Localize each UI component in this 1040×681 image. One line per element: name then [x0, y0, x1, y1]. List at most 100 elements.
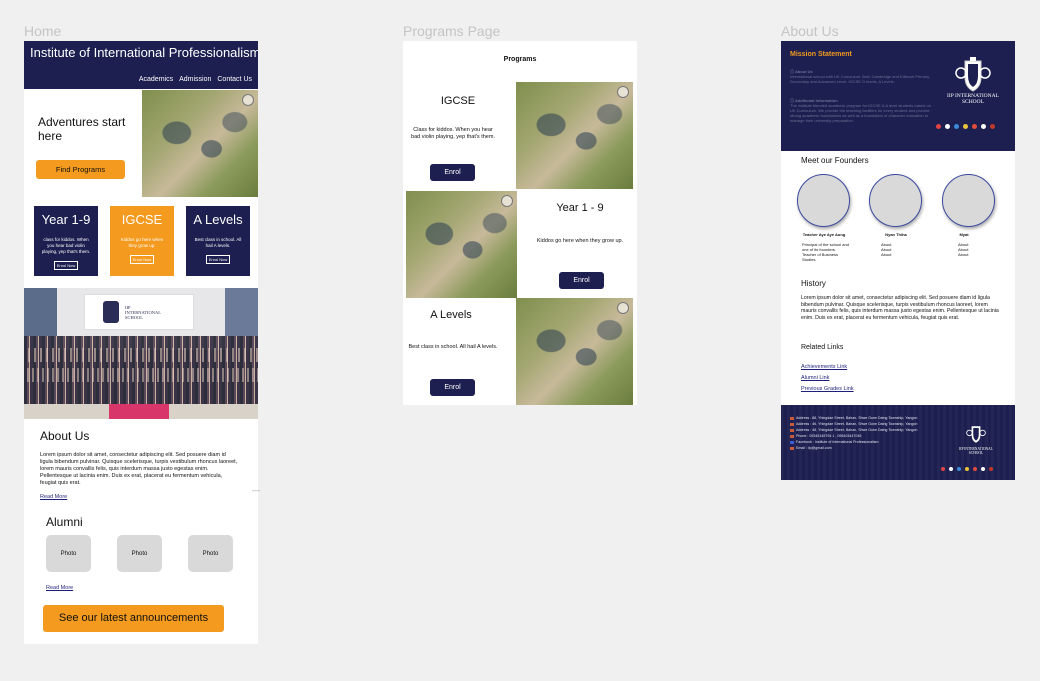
flag-icon	[990, 124, 995, 129]
founder-desc: Principal of the school and one of its f…	[802, 242, 849, 262]
footer-address: Address : 48, Yhingdae Street, Bahan, Sh…	[790, 428, 917, 432]
card-a-levels: A Levels Best class in school. All hail …	[186, 206, 250, 276]
program-desc: Best class in school. All hail A levels.	[408, 344, 498, 350]
nav-contact[interactable]: Contact Us	[217, 76, 252, 83]
mission-item-body: International school with UK Curriculum.…	[790, 74, 930, 84]
mission-item-body: The institute blended academic program f…	[790, 103, 931, 123]
nav-academics[interactable]: Academics	[139, 76, 173, 83]
footer-flag-row	[941, 467, 993, 471]
card-desc: class for kiddos. When you hear bad viol…	[41, 237, 91, 254]
card-title: IGCSE	[121, 212, 163, 227]
facebook-icon	[790, 440, 794, 444]
founders-heading: Meet our Founders	[801, 156, 869, 165]
founder-avatar	[869, 174, 922, 227]
program-title: IGCSE	[440, 95, 476, 107]
programs-title: Programs	[503, 56, 537, 63]
frame-label-home: Home	[24, 23, 62, 39]
footer-facebook[interactable]: Facebook : Institute of International Pr…	[790, 440, 879, 444]
enrol-now-button[interactable]: Enrol Now	[130, 255, 154, 264]
founder-avatar	[797, 174, 850, 227]
enrol-now-button[interactable]: Enrol Now	[54, 261, 78, 270]
card-title: A Levels	[193, 212, 243, 227]
program-image	[516, 82, 633, 189]
program-desc: Class for kiddos. When you hear bad viol…	[411, 127, 495, 140]
banner-school-name: IIP INTERNATIONAL SCHOOL	[125, 305, 161, 320]
founder-name: Nyan Thiha	[885, 232, 907, 237]
graduation-photo: IIP INTERNATIONAL SCHOOL	[24, 288, 258, 419]
about-frame: Mission Statement ⓘ About Us Internation…	[781, 41, 1015, 480]
location-icon	[790, 416, 794, 420]
flag-icon	[973, 467, 977, 471]
mission-item: ⓘ About Us International school with UK …	[790, 69, 930, 84]
read-more-link[interactable]: Read More	[40, 494, 67, 500]
footer-phone: Phone : 09345145794 1 , 095403447045	[790, 434, 861, 438]
alumni-heading: Alumni	[46, 515, 83, 529]
phone-icon	[790, 434, 794, 438]
mission-section: Mission Statement ⓘ About Us Internation…	[781, 41, 1015, 151]
flag-icon	[941, 467, 945, 471]
achievements-link[interactable]: Achievements Link	[801, 364, 847, 370]
enrol-now-button[interactable]: Enrol Now	[206, 255, 230, 264]
flag-icon	[949, 467, 953, 471]
footer-email[interactable]: Email : iip@gmail.com	[790, 446, 832, 450]
flag-icon	[936, 124, 941, 129]
about-body: Lorem ipsum dolor sit amet, consectetur …	[40, 452, 238, 486]
program-desc: Kiddos go here when they grow up.	[536, 238, 624, 244]
alumni-photo: Photo	[188, 535, 233, 572]
location-icon	[790, 428, 794, 432]
history-heading: History	[801, 279, 826, 288]
card-desc: Kiddos go here when they grow up.	[120, 237, 164, 248]
program-title: A Levels	[430, 309, 472, 321]
flag-icon	[945, 124, 950, 129]
crest-school-name: IIP INTERNATIONAL SCHOOL	[947, 93, 999, 105]
footer-crest-icon	[966, 426, 986, 443]
crest-icon	[103, 301, 119, 323]
flag-icon	[972, 124, 977, 129]
flag-icon	[981, 467, 985, 471]
founder-desc: About About About	[958, 242, 969, 257]
founder-avatar	[942, 174, 995, 227]
hero-heading: Adventures start here	[38, 115, 126, 143]
card-desc: Best class in school. All hail A levels.	[194, 237, 242, 248]
enrol-button[interactable]: Enrol	[430, 379, 475, 396]
home-frame: Institute of International Professionali…	[24, 41, 258, 644]
nav-admission[interactable]: Admission	[179, 76, 211, 83]
programs-frame: Programs IGCSE Class for kiddos. When yo…	[403, 41, 637, 405]
about-heading: About Us	[40, 429, 90, 443]
footer-crest-name: IIP INTERNATIONAL SCHOOL	[959, 447, 993, 455]
alumni-read-more-link[interactable]: Read More	[46, 585, 73, 591]
scroll-indicator: ‐‐‐	[252, 486, 260, 495]
main-nav: Academics Admission Contact Us	[139, 76, 252, 83]
frame-label-programs: Programs Page	[403, 23, 501, 39]
site-title: Institute of International Professionali…	[30, 45, 258, 60]
founder-name: Teacher Aye Aye Aung	[802, 232, 846, 237]
expand-icon	[617, 302, 629, 314]
footer-address: Address : 88, Yhingdae Street, Bahan, Sh…	[790, 416, 917, 420]
founder-name: Myat	[959, 232, 969, 237]
flag-icon	[965, 467, 969, 471]
card-igcse: IGCSE Kiddos go here when they grow up. …	[110, 206, 174, 276]
alumni-link[interactable]: Alumni Link	[801, 375, 829, 381]
previous-grades-link[interactable]: Previous Grades Link	[801, 386, 854, 392]
card-year-1-9: Year 1-9 class for kiddos. When you hear…	[34, 206, 98, 276]
flag-icon	[954, 124, 959, 129]
footer-address: Address : 46, Yhingdae Street, Bahan, Sh…	[790, 422, 917, 426]
footer: Address : 88, Yhingdae Street, Bahan, Sh…	[781, 405, 1015, 480]
alumni-photo: Photo	[46, 535, 91, 572]
related-links-heading: Related Links	[801, 344, 844, 351]
flag-icon	[957, 467, 961, 471]
school-crest-icon	[955, 57, 991, 92]
mission-item: ⓘ Additional Information The institute b…	[790, 98, 931, 123]
flag-icon	[981, 124, 986, 129]
mail-icon	[790, 446, 794, 450]
enrol-button[interactable]: Enrol	[559, 272, 604, 289]
flag-icon	[963, 124, 968, 129]
location-icon	[790, 422, 794, 426]
mission-title: Mission Statement	[790, 51, 852, 58]
program-title: Year 1 - 9	[556, 202, 604, 214]
find-programs-button[interactable]: Find Programs	[36, 160, 125, 179]
enrol-button[interactable]: Enrol	[430, 164, 475, 181]
flag-icon	[989, 467, 993, 471]
expand-icon	[242, 94, 254, 106]
announcements-button[interactable]: See our latest announcements	[43, 605, 224, 632]
